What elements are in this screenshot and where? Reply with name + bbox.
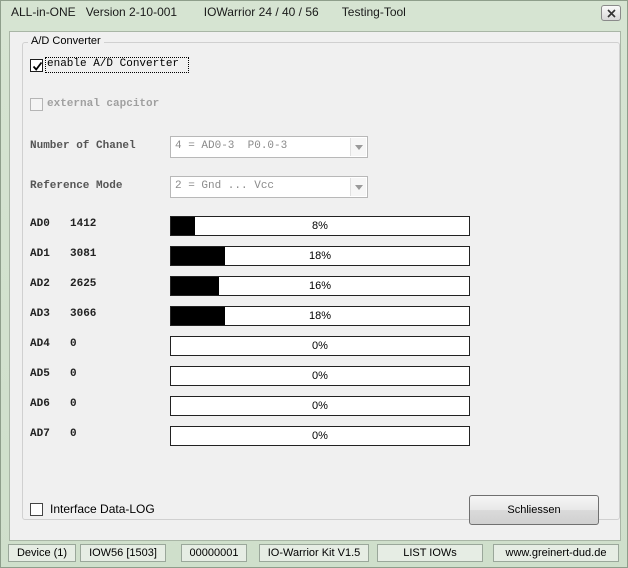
ad-progress-bar: 18%: [170, 306, 470, 326]
enable-ad-checkbox[interactable]: [30, 59, 43, 72]
ad-progress-percent: 16%: [308, 280, 332, 292]
ad-progress-bar: 0%: [170, 336, 470, 356]
ad-channel-value: 0: [70, 398, 77, 410]
dropdown-arrow[interactable]: [350, 138, 366, 156]
data-log-label[interactable]: Interface Data-LOG: [50, 502, 155, 516]
ad-channel-value: 2625: [70, 278, 97, 290]
title-bar: ALL-in-ONE Version 2-10-001 IOWarrior 24…: [1, 1, 627, 25]
channel-count-label: Number of Chanel: [30, 140, 136, 152]
close-button[interactable]: Schliessen: [469, 495, 599, 525]
ad-channel-name: AD3: [30, 308, 50, 320]
ad-progress-bar: 0%: [170, 396, 470, 416]
ad-channel-value: 0: [70, 338, 77, 350]
main-window: ALL-in-ONE Version 2-10-001 IOWarrior 24…: [0, 0, 628, 568]
ad-channel-value: 0: [70, 368, 77, 380]
ad-progress-bar: 0%: [170, 366, 470, 386]
ad-progress-bar: 18%: [170, 246, 470, 266]
status-website-link[interactable]: www.greinert-dud.de: [493, 544, 619, 562]
ad-channel-value: 1412: [70, 218, 97, 230]
ad-progress-percent: 8%: [312, 220, 328, 232]
reference-mode-value: 2 = Gnd ... Vcc: [175, 180, 275, 192]
ad-channel-value: 3081: [70, 248, 97, 260]
reference-mode-label: Reference Mode: [30, 180, 123, 192]
status-device: Device (1): [8, 544, 76, 562]
external-capacitor-checkbox[interactable]: [30, 98, 43, 111]
ad-channel-value: 3066: [70, 308, 97, 320]
ad-progress-percent: 18%: [308, 250, 332, 262]
ad-channel-name: AD2: [30, 278, 50, 290]
ad-channel-name: AD4: [30, 338, 50, 350]
ad-progress-percent: 0%: [312, 400, 328, 412]
ad-channel-name: AD5: [30, 368, 50, 380]
dropdown-arrow[interactable]: [350, 178, 366, 196]
close-window-button[interactable]: [601, 5, 621, 21]
ad-channel-value: 0: [70, 428, 77, 440]
status-kit-version: IO-Warrior Kit V1.5: [259, 544, 369, 562]
enable-ad-label[interactable]: enable A/D Converter: [47, 58, 179, 70]
close-icon: [606, 8, 616, 18]
channel-count-select[interactable]: 4 = AD0-3 P0.0-3: [170, 136, 368, 158]
ad-channel-name: AD6: [30, 398, 50, 410]
ad-progress-bar: 8%: [170, 216, 470, 236]
ad-progress-percent: 0%: [312, 370, 328, 382]
ad-progress-bar: 0%: [170, 426, 470, 446]
ad-channel-name: AD7: [30, 428, 50, 440]
window-title: ALL-in-ONE Version 2-10-001 IOWarrior 24…: [11, 5, 406, 19]
list-iows-button[interactable]: LIST IOWs: [377, 544, 483, 562]
channel-count-value: 4 = AD0-3 P0.0-3: [175, 140, 288, 152]
status-iow-model: IOW56 [1503]: [80, 544, 166, 562]
dialog-client-area: A/D Converter enable A/D Converter exter…: [9, 31, 621, 541]
checkmark-icon: [32, 61, 43, 71]
status-serial: 00000001: [181, 544, 247, 562]
ad-progress-percent: 18%: [308, 310, 332, 322]
ad-channel-name: AD1: [30, 248, 50, 260]
reference-mode-select[interactable]: 2 = Gnd ... Vcc: [170, 176, 368, 198]
group-legend: A/D Converter: [28, 35, 104, 47]
data-log-checkbox[interactable]: [30, 503, 43, 516]
status-bar: Device (1) IOW56 [1503] 00000001 IO-Warr…: [5, 544, 623, 564]
ad-progress-bar: 16%: [170, 276, 470, 296]
ad-channel-name: AD0: [30, 218, 50, 230]
external-capacitor-label: external capcitor: [47, 98, 160, 110]
chevron-down-icon: [354, 144, 363, 150]
chevron-down-icon: [354, 184, 363, 190]
ad-progress-percent: 0%: [312, 340, 328, 352]
ad-progress-percent: 0%: [312, 430, 328, 442]
